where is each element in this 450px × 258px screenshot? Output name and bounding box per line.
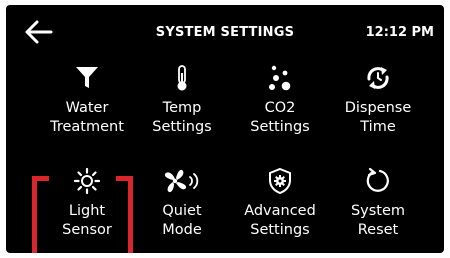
thermometer-icon — [132, 63, 232, 93]
tile-quiet-mode[interactable]: Quiet Mode — [132, 166, 232, 246]
bubbles-icon — [230, 63, 330, 93]
shield-gear-icon — [230, 166, 330, 196]
tile-label: Temp Settings — [152, 100, 212, 135]
tile-light-sensor[interactable]: Light Sensor — [37, 166, 137, 246]
tile-advanced-settings[interactable]: Advanced Settings — [230, 166, 330, 246]
tile-label: Water Treatment — [50, 100, 124, 135]
timer-refresh-icon — [328, 63, 428, 93]
tile-system-reset[interactable]: System Reset — [328, 166, 428, 246]
reset-circle-arrow-icon — [328, 166, 428, 196]
clock-time: 12:12 PM — [365, 25, 434, 40]
tile-label: Quiet Mode — [162, 203, 202, 238]
fan-sound-icon — [132, 166, 232, 196]
tile-label: Advanced Settings — [244, 203, 316, 238]
filter-funnel-icon — [37, 63, 137, 93]
tile-co2-settings[interactable]: CO2 Settings — [230, 63, 330, 143]
tile-label: Dispense Time — [344, 100, 412, 135]
tile-label: System Reset — [350, 203, 406, 238]
system-settings-screen: SYSTEM SETTINGS 12:12 PM Water Treatment … — [6, 5, 444, 253]
tile-label: Light Sensor — [62, 203, 112, 238]
tile-dispense-time[interactable]: Dispense Time — [328, 63, 428, 143]
tile-temp-settings[interactable]: Temp Settings — [132, 63, 232, 143]
header: SYSTEM SETTINGS 12:12 PM — [6, 5, 444, 55]
sun-icon — [37, 166, 137, 196]
tile-water-treatment[interactable]: Water Treatment — [37, 63, 137, 143]
tile-label: CO2 Settings — [250, 100, 310, 135]
